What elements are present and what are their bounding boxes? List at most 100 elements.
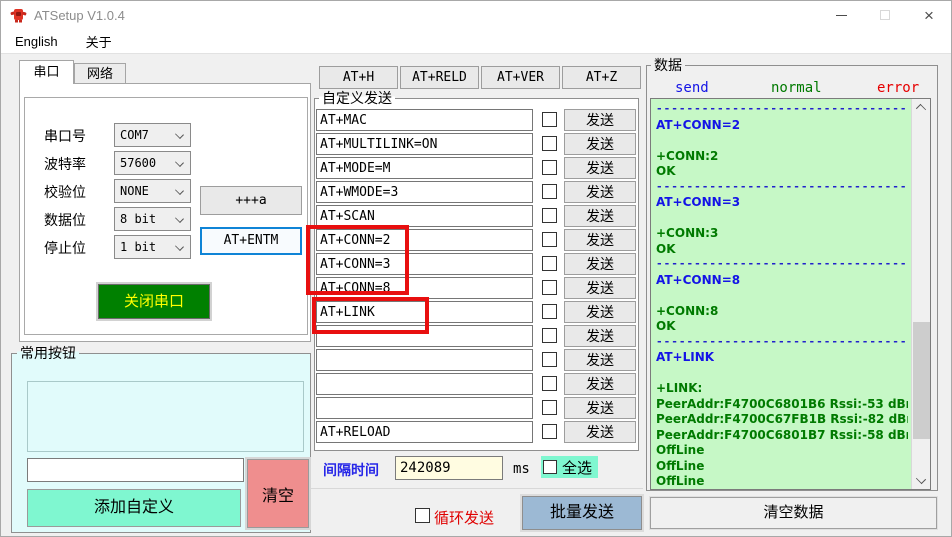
command-row: 发送 [316,181,638,203]
command-input-10[interactable] [316,349,533,371]
title-bar: ATSetup V1.0.4 × [1,1,951,29]
send-button-3[interactable]: 发送 [564,181,636,203]
common-buttons-area [27,381,304,452]
send-button-10[interactable]: 发送 [564,349,636,371]
command-input-7[interactable] [316,277,533,299]
scroll-up-icon[interactable] [915,103,927,115]
send-button-4[interactable]: 发送 [564,205,636,227]
menu-item-about[interactable]: 关于 [72,29,126,53]
command-checkbox-3[interactable] [542,184,557,199]
log-separator: --------------------------------------- [656,257,908,270]
field-select-4[interactable]: 1 bit [114,235,191,259]
log-send-line: AT+LINK [656,350,715,364]
command-checkbox-9[interactable] [542,328,557,343]
log-normal-line: OK [656,241,676,256]
send-button-8[interactable]: 发送 [564,301,636,323]
minimize-button[interactable] [819,1,863,29]
quick-button-at-reld[interactable]: AT+RELD [400,66,479,89]
field-label-0: 串口号 [44,128,86,144]
field-select-3[interactable]: 8 bit [114,207,191,231]
command-input-5[interactable] [316,229,533,251]
common-buttons-title: 常用按钮 [17,345,79,361]
log-normal-line: PeerAddr:F4700C67FB1B Rssi:-82 dBm [656,412,908,426]
select-all-checkbox[interactable] [543,460,557,474]
command-input-6[interactable] [316,253,533,275]
close-icon: × [924,5,934,25]
chevron-down-icon [175,214,184,223]
command-input-13[interactable] [316,421,533,443]
quick-button-at-z[interactable]: AT+Z [562,66,641,89]
quick-command-bar: AT+H AT+RELD AT+VER AT+Z [319,66,641,89]
send-button-12[interactable]: 发送 [564,397,636,419]
minimize-icon [835,14,847,16]
quick-button-at-ver[interactable]: AT+VER [481,66,560,89]
command-input-12[interactable] [316,397,533,419]
tab-网络[interactable]: 网络 [74,63,126,84]
field-select-0[interactable]: COM7 [114,123,191,147]
command-input-2[interactable] [316,157,533,179]
command-input-9[interactable] [316,325,533,347]
send-button-1[interactable]: 发送 [564,133,636,155]
log-normal-line: OffLine [656,490,704,491]
close-serial-button[interactable]: 关闭串口 [98,284,210,319]
command-row: 发送 [316,229,638,251]
command-checkbox-11[interactable] [542,376,557,391]
command-checkbox-5[interactable] [542,232,557,247]
command-input-4[interactable] [316,205,533,227]
send-button-2[interactable]: 发送 [564,157,636,179]
command-checkbox-0[interactable] [542,112,557,127]
field-select-1[interactable]: 57600 [114,151,191,175]
command-input-11[interactable] [316,373,533,395]
command-input-1[interactable] [316,133,533,155]
command-row: 发送 [316,109,638,131]
log-send-line: AT+CONN=8 [656,272,741,287]
close-button[interactable]: × [907,1,951,29]
clear-button[interactable]: 清空 [247,459,309,528]
interval-label: 间隔时间 [323,462,379,478]
data-log-area[interactable]: --------------------------------------- A… [650,98,931,490]
command-checkbox-12[interactable] [542,400,557,415]
at-entm-button[interactable]: AT+ENTM [200,227,302,255]
command-row: 发送 [316,349,638,371]
custom-send-title: 自定义发送 [319,90,395,106]
command-checkbox-10[interactable] [542,352,557,367]
loop-send-checkbox[interactable] [415,508,430,523]
log-normal-line: OffLine [656,443,705,457]
command-checkbox-1[interactable] [542,136,557,151]
custom-command-input[interactable] [27,458,244,482]
command-checkbox-4[interactable] [542,208,557,223]
scroll-down-icon[interactable] [915,473,927,485]
quick-button-at-h[interactable]: AT+H [319,66,398,89]
send-button-11[interactable]: 发送 [564,373,636,395]
log-scrollbar[interactable] [911,99,930,489]
command-checkbox-13[interactable] [542,424,557,439]
command-checkbox-2[interactable] [542,160,557,175]
field-select-2[interactable]: NONE [114,179,191,203]
menu-item-english[interactable]: English [1,29,72,53]
send-button-5[interactable]: 发送 [564,229,636,251]
maximize-button[interactable] [863,1,907,29]
command-row: 发送 [316,205,638,227]
app-icon [10,9,27,23]
command-input-3[interactable] [316,181,533,203]
command-checkbox-6[interactable] [542,256,557,271]
command-input-0[interactable] [316,109,533,131]
scrollbar-thumb[interactable] [913,322,930,439]
send-button-6[interactable]: 发送 [564,253,636,275]
send-button-7[interactable]: 发送 [564,277,636,299]
batch-send-button[interactable]: 批量发送 [522,496,642,530]
send-button-9[interactable]: 发送 [564,325,636,347]
send-button-13[interactable]: 发送 [564,421,636,443]
plus-plus-plus-a-button[interactable]: +++a [200,186,302,215]
clear-data-button[interactable]: 清空数据 [650,497,937,529]
command-checkbox-8[interactable] [542,304,557,319]
field-label-4: 停止位 [44,240,86,256]
interval-input[interactable] [395,456,503,480]
send-button-0[interactable]: 发送 [564,109,636,131]
tab-串口[interactable]: 串口 [19,60,74,84]
add-custom-button[interactable]: 添加自定义 [27,489,241,527]
log-separator: --------------------------------------- [656,179,908,193]
command-input-8[interactable] [316,301,533,323]
command-checkbox-7[interactable] [542,280,557,295]
custom-send-rows: 发送发送发送发送发送发送发送发送发送发送发送发送发送发送 [316,109,638,447]
